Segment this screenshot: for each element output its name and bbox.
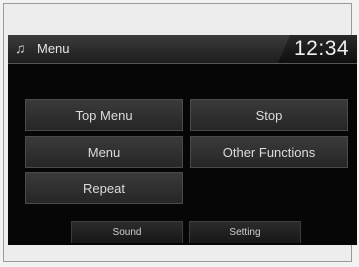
stop-button[interactable]: Stop [190,99,348,131]
display-screen: ♫ Menu 12:34 Top Menu Stop Menu Other Fu… [8,35,357,245]
music-note-icon: ♫ [15,40,26,56]
repeat-button[interactable]: Repeat [25,172,183,204]
setting-softkey[interactable]: Setting [189,221,301,243]
screen-title: Menu [37,41,70,56]
clock: 12:34 [294,37,350,60]
top-menu-button[interactable]: Top Menu [25,99,183,131]
menu-button[interactable]: Menu [25,136,183,168]
other-functions-button[interactable]: Other Functions [190,136,348,168]
title-bar: ♫ Menu 12:34 [8,35,357,64]
sound-softkey[interactable]: Sound [71,221,183,243]
